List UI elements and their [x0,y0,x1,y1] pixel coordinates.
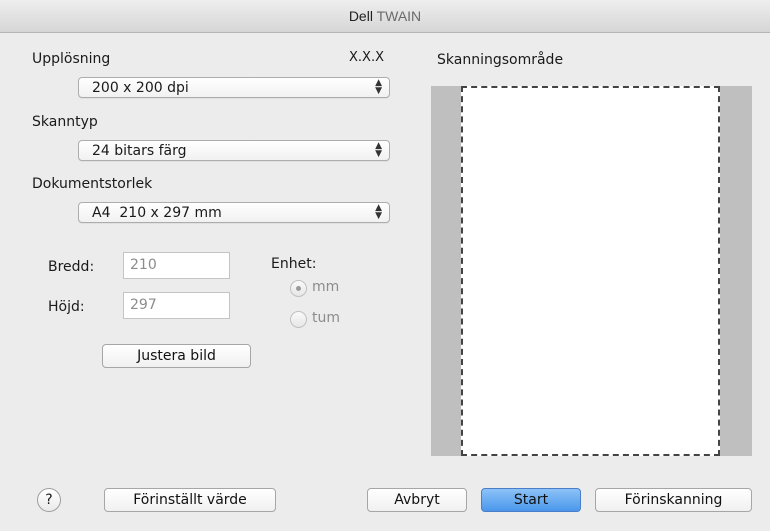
unit-radio-tum[interactable] [290,311,307,328]
height-label: Höjd: [48,299,85,315]
unit-label: Enhet: [271,256,317,272]
resolution-label: Upplösning [32,51,111,67]
height-field[interactable]: 297 [123,292,230,319]
prescan-button[interactable]: Förinskanning [595,488,752,512]
adjust-image-button[interactable]: Justera bild [102,344,251,368]
document-size-select[interactable]: A4 210 x 297 mm ▲ ▼ [78,202,390,223]
start-button[interactable]: Start [481,488,581,512]
cancel-button[interactable]: Avbryt [367,488,467,512]
document-size-label: Dokumentstorlek [32,176,153,192]
resolution-select-value: 200 x 200 dpi [92,80,189,96]
width-label: Bredd: [48,259,95,275]
radio-selected-dot [296,286,301,291]
select-arrows-icon: ▲ ▼ [375,141,382,159]
version-label: X.X.X [349,50,384,65]
scan-type-select[interactable]: 24 bitars färg ▲ ▼ [78,140,390,161]
width-field[interactable]: 210 [123,252,230,279]
scan-area-preview[interactable] [431,86,752,456]
unit-radio-tum-label: tum [312,310,340,326]
unit-radio-mm[interactable] [290,280,307,297]
default-values-button[interactable]: Förinställt värde [104,488,276,512]
scan-area-label: Skanningsområde [437,52,564,68]
select-arrows-icon: ▲ ▼ [375,78,382,96]
help-icon[interactable]: ? [37,488,61,512]
window-titlebar: Dell TWAIN [0,0,770,33]
document-size-select-value: A4 210 x 297 mm [92,205,222,221]
select-arrows-icon: ▲ ▼ [375,203,382,221]
window-title-dell: Dell [348,8,377,24]
scan-selection-rectangle[interactable] [461,86,720,456]
scan-type-label: Skanntyp [32,114,98,130]
scan-type-select-value: 24 bitars färg [92,143,187,159]
resolution-select[interactable]: 200 x 200 dpi ▲ ▼ [78,77,390,98]
unit-radio-mm-label: mm [312,279,340,295]
window-title-twain: TWAIN [376,8,422,24]
